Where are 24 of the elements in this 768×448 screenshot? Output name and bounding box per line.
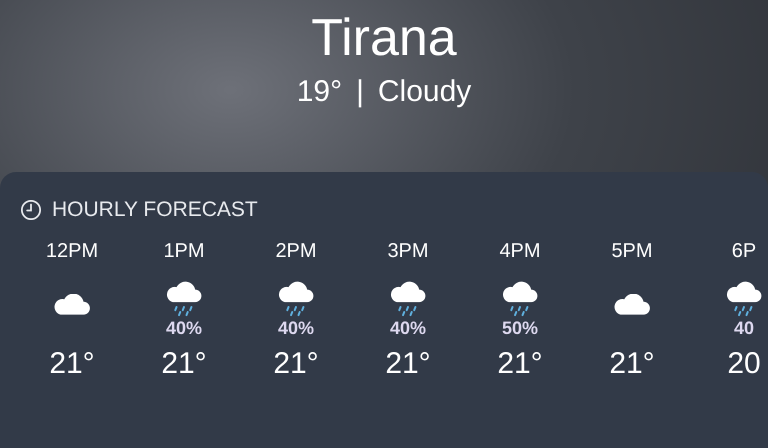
hour-temperature: 20	[727, 346, 761, 382]
precipitation-chance: 40%	[278, 317, 314, 339]
hour-temperature: 21°	[49, 346, 95, 382]
precipitation-chance: 40%	[166, 317, 202, 339]
divider: |	[356, 74, 364, 110]
hour-temperature: 21°	[385, 346, 431, 382]
precipitation-chance: 40	[734, 317, 754, 339]
hour-label: 6P	[732, 239, 756, 264]
hour-temperature: 21°	[497, 346, 543, 382]
hour-label: 4PM	[499, 239, 541, 264]
section-title: HOURLY FORECAST	[52, 198, 258, 222]
hour-label: 2PM	[275, 239, 317, 264]
hour-temperature: 21°	[273, 346, 319, 382]
city-name: Tirana	[311, 8, 457, 69]
hour-label: 5PM	[611, 239, 653, 264]
hour-temperature: 21°	[609, 346, 655, 382]
hour-label: 3PM	[387, 239, 429, 264]
precipitation-chance: 50%	[502, 317, 538, 339]
precipitation-chance: 40%	[390, 317, 426, 339]
hour-temperature: 21°	[161, 346, 207, 382]
current-temperature: 19°	[296, 74, 342, 110]
hour-label: 12PM	[46, 239, 98, 264]
hour-label: 1PM	[163, 239, 205, 264]
weather-condition: Cloudy	[378, 74, 472, 110]
